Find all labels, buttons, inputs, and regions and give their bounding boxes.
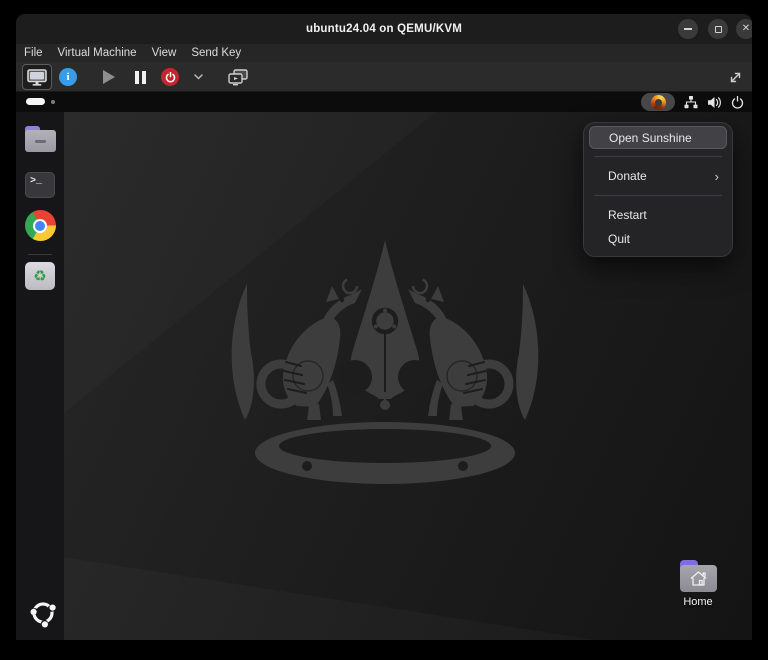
guest-top-bar bbox=[16, 92, 752, 112]
play-icon bbox=[103, 70, 115, 84]
console-view-button[interactable] bbox=[22, 64, 52, 90]
home-folder-icon bbox=[680, 560, 717, 592]
maximize-button[interactable] bbox=[708, 19, 728, 39]
fullscreen-button[interactable] bbox=[722, 64, 748, 90]
maximize-icon bbox=[715, 26, 722, 33]
dock-item-terminal[interactable]: >_ bbox=[24, 172, 56, 198]
terminal-icon: >_ bbox=[25, 172, 55, 198]
pause-button[interactable] bbox=[129, 64, 151, 90]
network-icon[interactable] bbox=[684, 96, 698, 109]
pause-icon bbox=[135, 71, 146, 84]
run-button[interactable] bbox=[98, 64, 120, 90]
monitor-icon bbox=[27, 69, 47, 86]
shutdown-menu-button[interactable] bbox=[188, 64, 208, 90]
menu-separator bbox=[594, 195, 722, 196]
shutdown-button[interactable] bbox=[159, 64, 181, 90]
close-button[interactable]: ✕ bbox=[736, 19, 752, 39]
dock-item-files[interactable] bbox=[24, 126, 56, 152]
close-icon: ✕ bbox=[742, 24, 750, 34]
trash-icon: ♻ bbox=[25, 262, 55, 290]
noble-numbat-crown-wallpaper bbox=[209, 226, 561, 492]
wallpaper-facet bbox=[56, 520, 596, 640]
menu-view[interactable]: View bbox=[152, 47, 177, 59]
chrome-icon bbox=[25, 210, 56, 241]
minimize-icon bbox=[684, 28, 692, 30]
volume-icon[interactable] bbox=[707, 96, 722, 109]
info-icon: i bbox=[59, 68, 77, 86]
dock-item-trash[interactable]: ♻ bbox=[24, 262, 56, 290]
dock-separator bbox=[28, 254, 52, 255]
system-tray bbox=[641, 92, 744, 112]
minimize-button[interactable] bbox=[678, 19, 698, 39]
menubar: File Virtual Machine View Send Key bbox=[16, 44, 752, 62]
menu-item-open-sunshine[interactable]: Open Sunshine bbox=[589, 126, 727, 149]
workspace-active-pill[interactable] bbox=[26, 98, 45, 105]
house-icon bbox=[689, 570, 708, 587]
menu-item-restart[interactable]: Restart bbox=[584, 203, 732, 227]
dock: >_ ♻ bbox=[16, 112, 64, 640]
home-desktop-icon[interactable]: Home bbox=[676, 560, 720, 608]
titlebar[interactable]: ubuntu24.04 on QEMU/KVM ✕ bbox=[16, 14, 752, 44]
virt-manager-window: ubuntu24.04 on QEMU/KVM ✕ File Virtual M… bbox=[16, 14, 752, 640]
power-icon[interactable] bbox=[731, 96, 744, 109]
menu-item-donate[interactable]: Donate › bbox=[584, 164, 732, 188]
menu-send-key[interactable]: Send Key bbox=[191, 47, 241, 59]
submenu-chevron-icon: › bbox=[715, 169, 732, 184]
menu-item-quit[interactable]: Quit bbox=[584, 227, 732, 251]
virtual-displays-button[interactable] bbox=[224, 64, 252, 90]
sunshine-tray-menu: Open Sunshine Donate › Restart Quit bbox=[583, 122, 733, 257]
displays-icon bbox=[228, 69, 248, 86]
ubuntu-logo-icon[interactable] bbox=[28, 598, 58, 628]
fullscreen-expand-icon bbox=[728, 70, 743, 85]
menu-virtual-machine[interactable]: Virtual Machine bbox=[58, 47, 137, 59]
workspace-dot[interactable] bbox=[51, 100, 55, 104]
window-title: ubuntu24.04 on QEMU/KVM bbox=[16, 14, 752, 44]
chevron-down-icon bbox=[194, 74, 203, 80]
sunshine-icon bbox=[651, 95, 666, 110]
menu-separator bbox=[594, 156, 722, 157]
toolbar: i bbox=[16, 62, 752, 92]
dock-item-chrome[interactable] bbox=[24, 210, 56, 241]
files-folder-icon bbox=[25, 126, 56, 152]
menu-file[interactable]: File bbox=[24, 47, 43, 59]
vm-details-button[interactable]: i bbox=[58, 64, 78, 90]
shutdown-power-icon bbox=[161, 68, 179, 86]
sunshine-tray-button[interactable] bbox=[641, 93, 675, 111]
home-label: Home bbox=[683, 596, 712, 608]
